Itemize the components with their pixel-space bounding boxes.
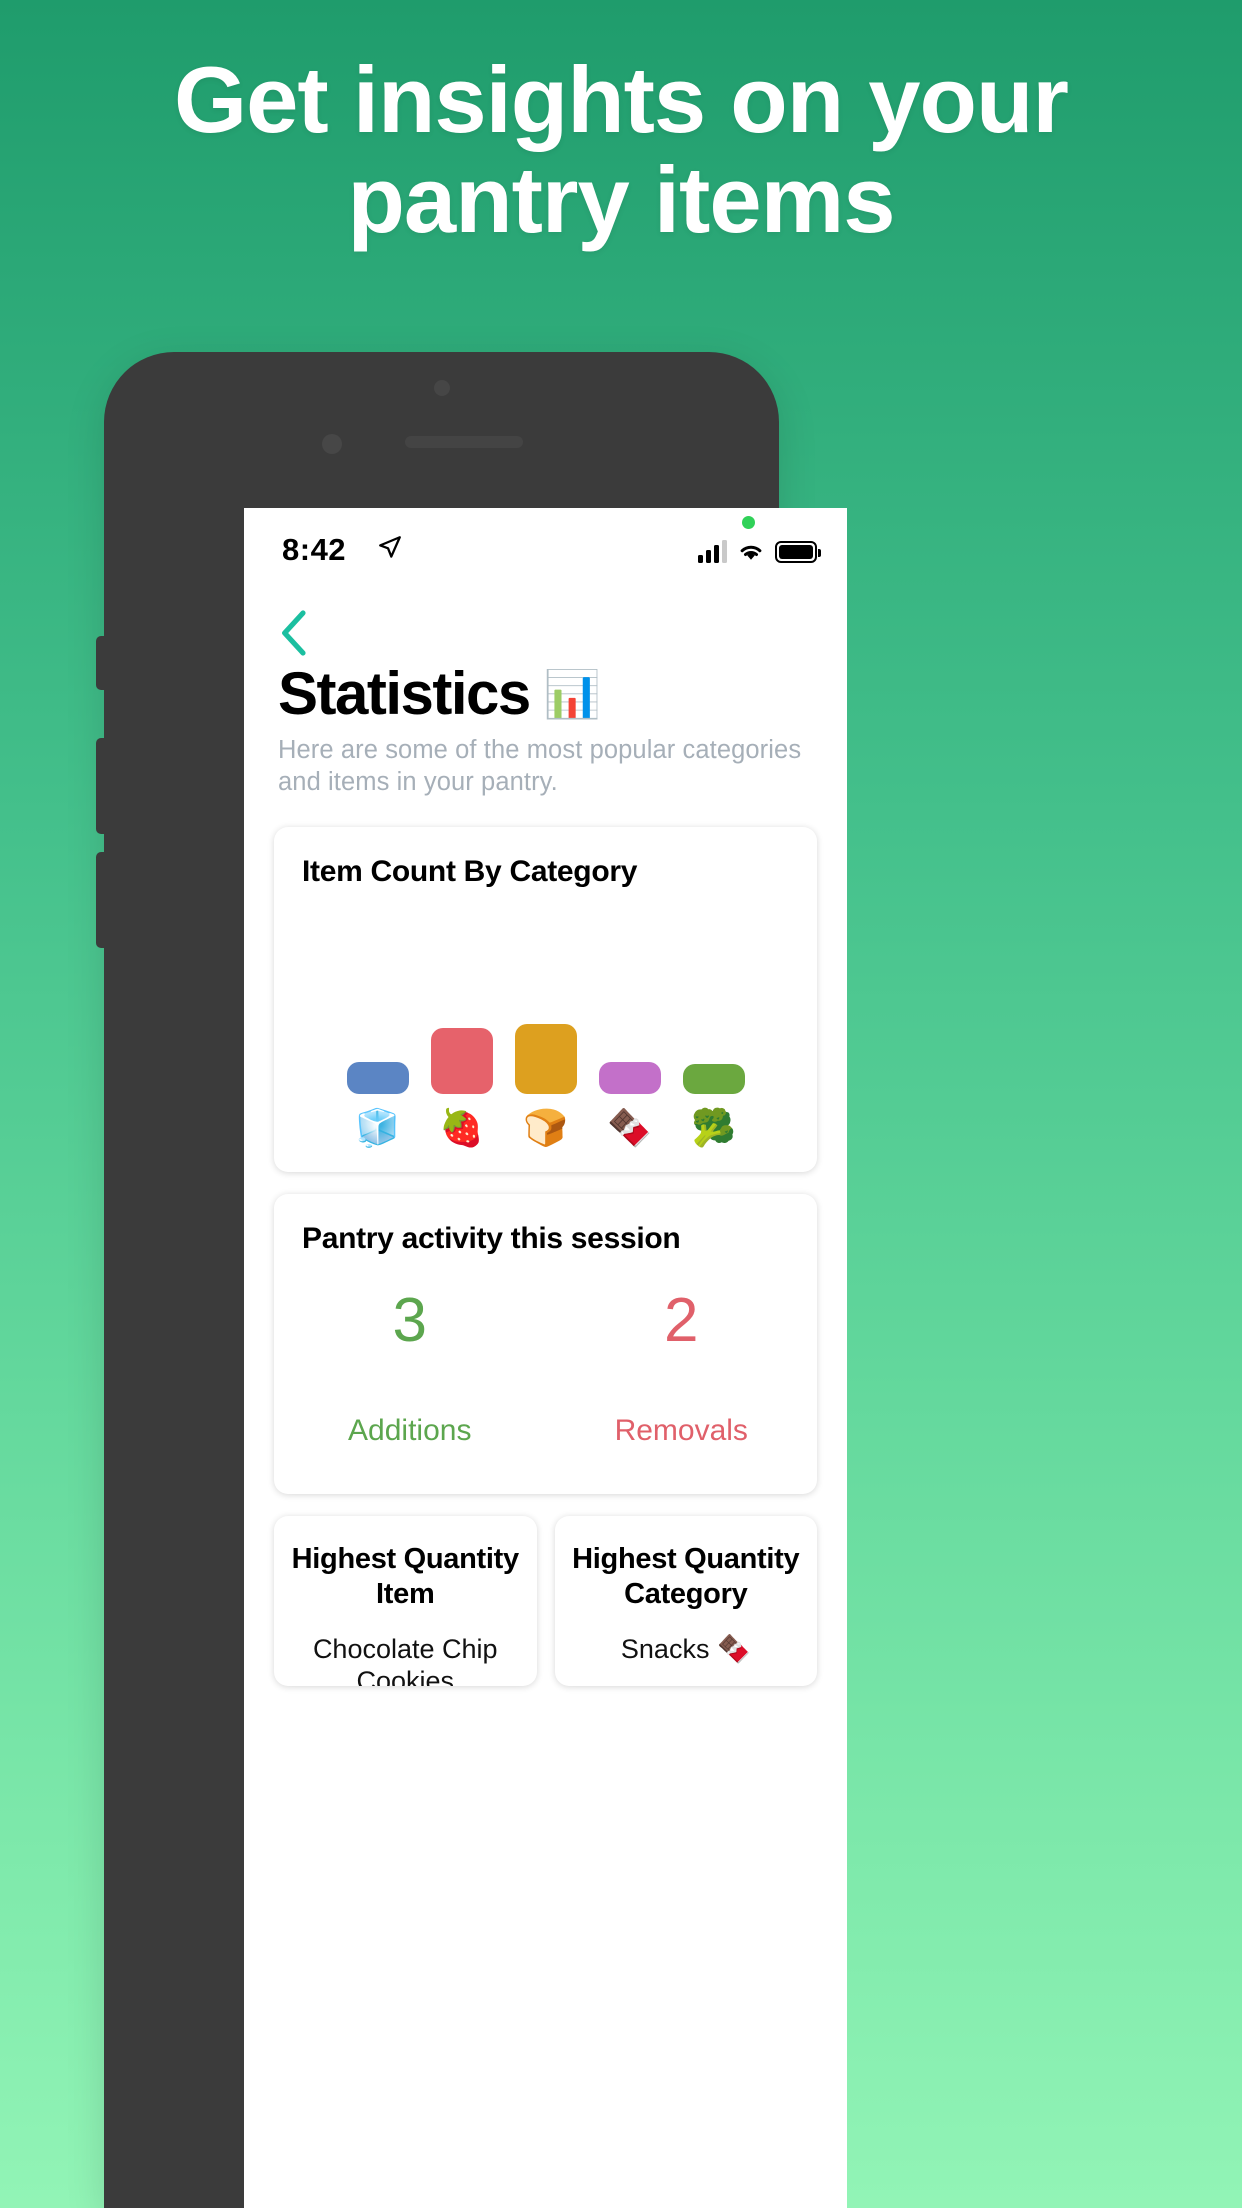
cellular-signal-icon [698,539,727,563]
recording-indicator-dot [742,516,755,529]
removals-value: 2 [664,1285,699,1355]
page-title-row: Statistics 📊 [244,664,847,724]
promo-headline-line-1: Get insights on your [174,47,1069,152]
chart-bar[interactable] [598,1061,661,1094]
wifi-icon [740,545,762,560]
proximity-sensor-icon [433,380,450,396]
chart-bar[interactable] [430,1027,493,1094]
chevron-left-icon[interactable] [276,608,310,658]
highest-quantity-category-card: Highest Quantity Category Snacks 🍫 [554,1515,817,1686]
additions-value: 3 [392,1285,427,1355]
phone-screen: 8:42 Statistics 📊 Here are some of the m… [244,508,847,2208]
phone-body: 8:42 Statistics 📊 Here are some of the m… [96,352,847,2208]
pantry-activity-card: Pantry activity this session 3 Additions… [274,1193,818,1494]
location-arrow-icon [379,536,401,558]
promo-headline-line-2: pantry items [347,146,896,252]
category-axis-labels: 🧊 🍓 🍞 🍫 🥦 [274,1102,817,1154]
status-bar-indicators [698,533,821,563]
removals-label: Removals [614,1413,748,1447]
category-emoji-label: 🍞 [523,1106,568,1148]
status-bar-time: 8:42 [282,532,347,567]
navigation-bar [244,590,847,664]
highest-quantity-item-title: Highest Quantity Item [291,1542,520,1611]
category-emoji-label: 🧊 [355,1106,400,1148]
highest-quantity-item-card: Highest Quantity Item Chocolate Chip Coo… [274,1515,537,1686]
additions-label: Additions [348,1413,472,1447]
volume-up-button[interactable] [96,852,108,948]
promo-headline: Get insights on your pantry items [0,50,1242,249]
chart-bar[interactable] [682,1063,745,1094]
bar-chart-emoji-icon: 📊 [543,668,602,720]
chart-bar[interactable] [514,1023,577,1094]
status-bar: 8:42 [244,508,847,590]
additions-stat: 3 Additions [274,1285,546,1448]
page-title: Statistics [278,660,531,727]
battery-full-icon [775,541,821,563]
highest-quantity-category-value: Snacks 🍫 [620,1633,751,1664]
mute-switch[interactable] [96,636,108,690]
highest-quantity-category-title: Highest Quantity Category [572,1542,800,1611]
phone-mockup: 8:42 Statistics 📊 Here are some of the m… [0,352,1242,2208]
item-count-by-category-card: Item Count By Category 🧊 🍓 🍞 🍫 🥦 [274,826,817,1172]
page-subtitle: Here are some of the most popular catego… [278,736,802,797]
chart-card-title: Item Count By Category [302,854,638,888]
removals-stat: 2 Removals [546,1285,818,1448]
volume-down-button[interactable] [96,738,108,834]
activity-stats-row: 3 Additions 2 Removals [274,1285,818,1448]
category-emoji-label: 🥦 [691,1106,736,1148]
category-emoji-label: 🍓 [439,1106,484,1148]
activity-card-title: Pantry activity this session [302,1221,681,1255]
earpiece-speaker [404,436,523,448]
highest-quantity-item-value: Chocolate Chip Cookies [312,1633,498,1686]
category-emoji-label: 🍫 [607,1106,652,1148]
chart-bar[interactable] [346,1061,409,1094]
category-bar-chart [274,914,817,1094]
highest-quantity-row: Highest Quantity Item Chocolate Chip Coo… [274,1515,817,1686]
front-camera-icon [321,434,342,454]
